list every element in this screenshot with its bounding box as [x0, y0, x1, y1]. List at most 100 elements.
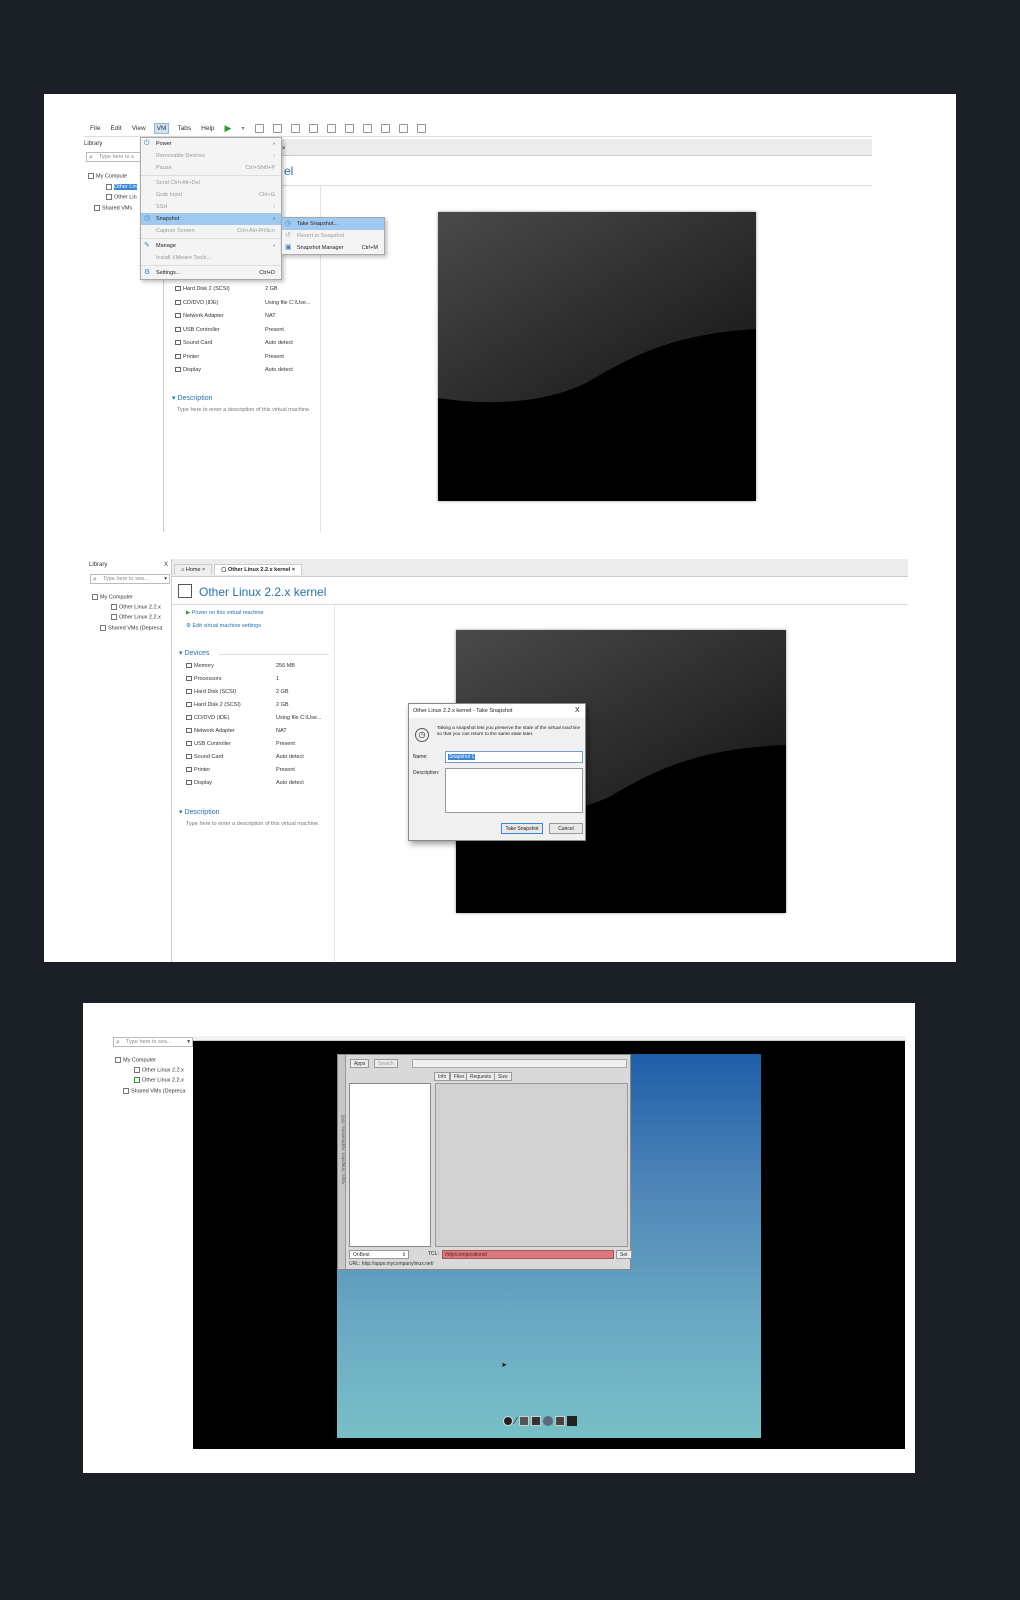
description-header[interactable]: ▾ Description	[179, 808, 219, 816]
device-display[interactable]: Display	[186, 780, 212, 786]
menu-item-capture-screen[interactable]: Capture Screen Ctrl+Alt+PrtScn	[141, 225, 281, 237]
snapshot-name-input[interactable]: Snapshot 1	[445, 751, 583, 763]
tree-shared-vms[interactable]: Shared VMs (Depreca	[100, 625, 162, 631]
filter-select[interactable]: OnBest ⇕	[349, 1250, 409, 1259]
tree-vm-2-running[interactable]: Other Linux 2.2.x	[134, 1077, 184, 1083]
tree-vm-1[interactable]: Other Linux 2.2.x	[134, 1067, 184, 1073]
tree-my-computer[interactable]: My Computer	[115, 1057, 156, 1063]
tree-vm-2[interactable]: Other Linux 2.2.x	[111, 614, 161, 620]
dock-trash-icon[interactable]	[566, 1416, 577, 1426]
library-search[interactable]: ⌕ Type here to sea... ▾	[90, 574, 170, 584]
device-memory[interactable]: Memory	[186, 663, 214, 669]
description-text[interactable]: Type here to enter a description of this…	[177, 406, 317, 414]
suspend-icon[interactable]	[255, 124, 265, 133]
device-hard-disk-2[interactable]: Hard Disk 2 (SCSI)	[175, 286, 230, 292]
edit-settings-action[interactable]: ⚙ Edit virtual machine settings	[186, 623, 261, 629]
menu-item-power[interactable]: ⏻ Power ›	[141, 138, 281, 150]
col-tab-info[interactable]: Info	[434, 1072, 451, 1081]
description-header[interactable]: ▾ Description	[172, 394, 212, 402]
snapshot-description-input[interactable]	[445, 768, 583, 813]
tab-close-icon[interactable]: ×	[282, 146, 286, 152]
search-button[interactable]: Search	[374, 1059, 398, 1068]
dock-editor-icon[interactable]	[518, 1416, 529, 1426]
console-icon[interactable]	[399, 124, 409, 133]
library-view-icon[interactable]	[327, 124, 337, 133]
dock-folder-icon[interactable]	[554, 1416, 565, 1426]
description-text[interactable]: Type here to enter a description of this…	[186, 820, 326, 828]
menu-file[interactable]: File	[88, 124, 102, 133]
device-printer[interactable]: Printer	[186, 767, 210, 773]
tree-vm-2[interactable]: Other Lin	[106, 194, 137, 200]
unity-icon[interactable]	[381, 124, 391, 133]
app-list-pane[interactable]	[349, 1083, 431, 1247]
dialog-close-button[interactable]: X	[575, 707, 580, 714]
set-button[interactable]: Set	[616, 1250, 632, 1259]
menu-item-pause[interactable]: Pause Ctrl+Shift+P	[141, 162, 281, 174]
menu-item-take-snapshot[interactable]: ◷ Take Snapshot...	[282, 218, 384, 230]
device-cdrom[interactable]: CD/DVD (IDE)	[175, 300, 218, 306]
tree-shared-vms[interactable]: Shared VMs (Depreca	[123, 1088, 185, 1094]
menu-item-manage[interactable]: ✎ Manage ›	[141, 240, 281, 252]
menu-item-removable-devices[interactable]: Removable Devices ›	[141, 150, 281, 162]
power-on-action[interactable]: ▶ Power on this virtual machine	[186, 610, 264, 616]
menu-item-revert-snapshot[interactable]: ↺ Revert to Snapshot	[282, 230, 384, 242]
device-network[interactable]: Network Adapter	[186, 728, 235, 734]
menu-tabs[interactable]: Tabs	[175, 124, 193, 133]
dock-info-icon[interactable]	[503, 1416, 513, 1426]
device-hard-disk[interactable]: Hard Disk (SCSI)	[186, 689, 236, 695]
take-snapshot-button[interactable]: Take Snapshot	[501, 823, 543, 834]
menu-item-grab-input[interactable]: Grab Input Ctrl+G	[141, 189, 281, 201]
apps-button[interactable]: Apps	[350, 1059, 370, 1068]
tree-my-computer[interactable]: My Compute	[88, 173, 127, 179]
thumbnail-view-icon[interactable]	[345, 124, 355, 133]
device-printer[interactable]: Printer	[175, 354, 199, 360]
device-usb[interactable]: USB Controller	[175, 327, 220, 333]
menu-item-settings[interactable]: ⚙ Settings... Ctrl+D	[141, 267, 281, 279]
device-usb[interactable]: USB Controller	[186, 741, 231, 747]
tcl-input[interactable]: /http/compositional	[442, 1250, 614, 1259]
play-icon[interactable]: ▶	[223, 122, 234, 135]
cancel-button[interactable]: Cancel	[549, 823, 583, 834]
menu-item-install-vmware-tools[interactable]: Install VMware Tools...	[141, 252, 281, 264]
menu-item-ssh[interactable]: SSH ›	[141, 201, 281, 213]
device-hard-disk-2[interactable]: Hard Disk 2 (SCSI)	[186, 702, 241, 708]
library-search[interactable]: ⌕ Type here to s	[86, 152, 142, 162]
revert-icon[interactable]	[291, 124, 301, 133]
col-tab-requests[interactable]: Requests	[466, 1072, 496, 1081]
library-close-icon[interactable]: X	[164, 562, 168, 568]
menu-item-send-ctrl-alt-del[interactable]: Send Ctrl+Alt+Del	[141, 177, 281, 189]
menu-item-snapshot[interactable]: ◷ Snapshot ›	[141, 213, 281, 225]
chevron-down-icon[interactable]: ▾	[187, 1038, 190, 1047]
chevron-down-icon[interactable]: ▾	[164, 575, 167, 584]
app-search-field[interactable]	[412, 1059, 627, 1068]
device-sound[interactable]: Sound Card	[175, 340, 212, 346]
menu-item-snapshot-manager[interactable]: ▣ Snapshot Manager Ctrl+M	[282, 242, 384, 254]
menu-help[interactable]: Help	[199, 124, 216, 133]
tree-vm-1[interactable]: Other Lin	[106, 184, 137, 191]
menu-edit[interactable]: Edit	[108, 124, 123, 133]
manage-snapshots-icon[interactable]	[309, 124, 319, 133]
app-detail-pane[interactable]	[435, 1083, 628, 1247]
device-cdrom[interactable]: CD/DVD (IDE)	[186, 715, 229, 721]
dock-wrench-icon[interactable]: ⁄	[515, 1416, 517, 1427]
tab-vm[interactable]: ▢ Other Linux 2.2.x kernel ×	[214, 564, 303, 575]
fullscreen-icon[interactable]	[363, 124, 373, 133]
device-display[interactable]: Display	[175, 367, 201, 373]
library-search[interactable]: ⌕ Type here to sea... ▾	[113, 1037, 193, 1047]
chevron-down-icon[interactable]: ▾	[239, 124, 246, 133]
dock-terminal-icon[interactable]	[530, 1416, 541, 1426]
dock-globe-icon[interactable]	[542, 1416, 553, 1426]
device-network[interactable]: Network Adapter	[175, 313, 224, 319]
tree-vm-1[interactable]: Other Linux 2.2.x	[111, 604, 161, 610]
tree-my-computer[interactable]: My Computer	[92, 594, 133, 600]
device-processors[interactable]: Processors	[186, 676, 222, 682]
snapshot-toolbar-icon[interactable]	[273, 124, 283, 133]
device-sound[interactable]: Sound Card	[186, 754, 223, 760]
menu-view[interactable]: View	[130, 124, 148, 133]
col-tab-size[interactable]: Size	[494, 1072, 512, 1081]
tree-shared-vms[interactable]: Shared VMs	[94, 205, 132, 211]
devices-header[interactable]: ▾ Devices	[179, 649, 209, 657]
menu-vm[interactable]: VM	[153, 123, 170, 134]
stretch-icon[interactable]	[417, 124, 427, 133]
tab-home[interactable]: ⌂ Home ×	[174, 564, 213, 575]
